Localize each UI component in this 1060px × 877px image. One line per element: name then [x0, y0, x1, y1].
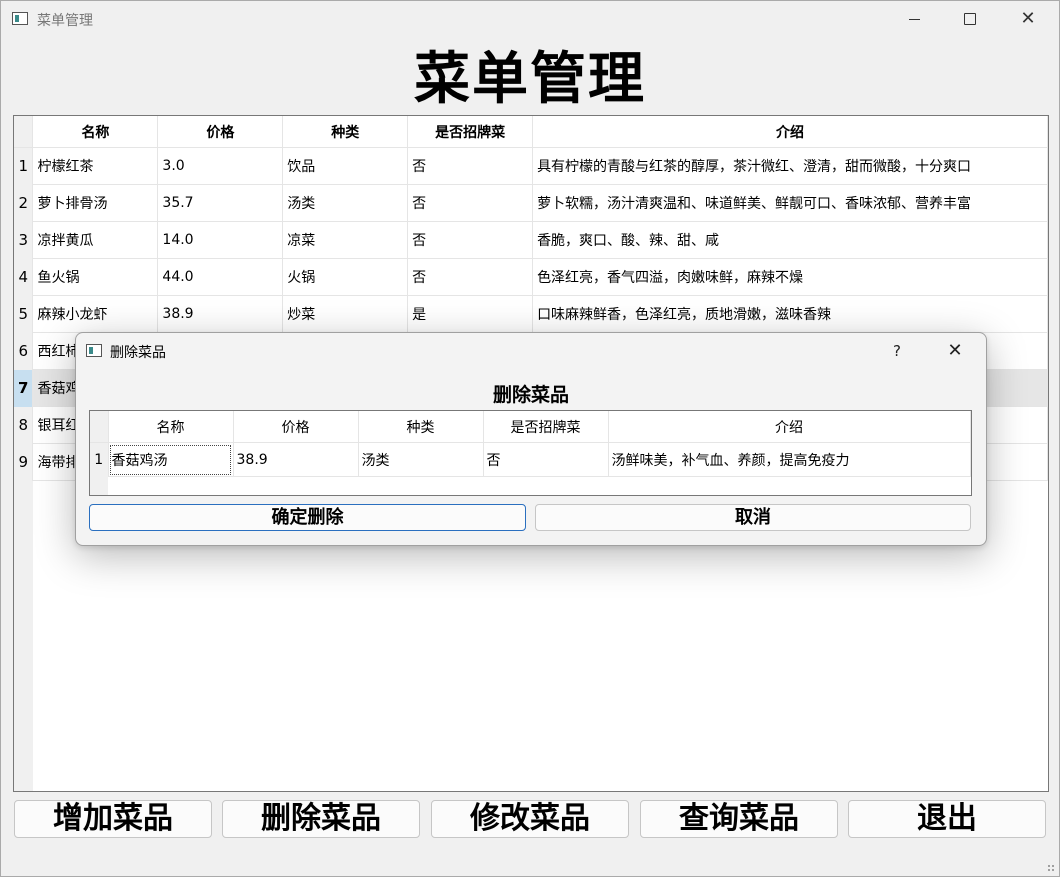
row-number[interactable]: 6: [14, 332, 34, 370]
cell-signature[interactable]: 是: [407, 295, 534, 333]
dialog-heading: 删除菜品: [492, 384, 569, 406]
cell-description[interactable]: 香脆，爽口、酸、辣、甜、咸: [532, 221, 1048, 259]
column-header-price[interactable]: 价格: [157, 116, 284, 148]
close-icon: ✕: [1020, 8, 1036, 29]
row-number[interactable]: 2: [14, 184, 34, 222]
dialog-column-header-name[interactable]: 名称: [108, 411, 234, 443]
maximize-button[interactable]: [947, 1, 993, 37]
cell-price[interactable]: 38.9: [157, 295, 284, 333]
dialog-close-button[interactable]: ✕: [932, 333, 978, 369]
row-number[interactable]: 9: [14, 443, 34, 481]
row-number[interactable]: 4: [14, 258, 34, 296]
delete-dish-dialog: 删除菜品 ? ✕ 删除菜品 名称 价格 种类 是否招牌菜 介绍 1 香菇鸡汤 3…: [75, 332, 987, 546]
cell-name[interactable]: 鱼火锅: [32, 258, 159, 296]
close-button[interactable]: ✕: [1005, 1, 1051, 37]
cell-category[interactable]: 饮品: [282, 147, 409, 185]
cell-signature[interactable]: 否: [407, 258, 534, 296]
table-row[interactable]: 1 柠檬红茶 3.0 饮品否具有柠檬的青酸与红茶的醇厚，茶汁微红、澄清，甜而微酸，十分…: [14, 147, 1048, 185]
cell-price[interactable]: 35.7: [157, 184, 284, 222]
query-dish-button[interactable]: 查询菜品: [640, 800, 838, 838]
cell-price[interactable]: 14.0: [157, 221, 284, 259]
dialog-column-header-signature[interactable]: 是否招牌菜: [483, 411, 609, 443]
dialog-app-icon: [86, 344, 102, 357]
cell-description[interactable]: 口味麻辣鲜香，色泽红亮，质地滑嫩，滋味香辣: [532, 295, 1048, 333]
row-number[interactable]: 7: [14, 369, 34, 407]
cell-description[interactable]: 萝卜软糯，汤汁清爽温和、味道鲜美、鲜靓可口、香味浓郁、营养丰富: [532, 184, 1048, 222]
dialog-row-number[interactable]: 1: [90, 442, 109, 477]
title-bar[interactable]: 菜单管理 ✕: [1, 1, 1059, 37]
page-title: 菜单管理: [414, 46, 646, 112]
column-header-category[interactable]: 种类: [282, 116, 409, 148]
row-number[interactable]: 8: [14, 406, 34, 444]
table-corner[interactable]: [14, 116, 34, 148]
dialog-cell-price[interactable]: 38.9: [233, 442, 359, 477]
dialog-table-row[interactable]: 1 香菇鸡汤 38.9 汤类 否 汤鲜味美，补气血、养颜，提高免疫力: [90, 442, 971, 477]
cell-name[interactable]: 萝卜排骨汤: [32, 184, 159, 222]
cell-signature[interactable]: 否: [407, 147, 534, 185]
dialog-column-header-price[interactable]: 价格: [233, 411, 359, 443]
confirm-delete-button[interactable]: 确定删除: [89, 504, 526, 531]
cell-category[interactable]: 汤类: [282, 184, 409, 222]
dialog-table-grid: 名称 价格 种类 是否招牌菜 介绍 1 香菇鸡汤 38.9 汤类 否 汤鲜味美，…: [90, 411, 971, 477]
cell-description[interactable]: 色泽红亮，香气四溢，肉嫩味鲜，麻辣不燥: [532, 258, 1048, 296]
add-dish-button[interactable]: 增加菜品: [14, 800, 212, 838]
exit-button[interactable]: 退出: [848, 800, 1046, 838]
maximize-icon: [964, 13, 976, 25]
cell-category[interactable]: 火锅: [282, 258, 409, 296]
dialog-table-header-row: 名称 价格 种类 是否招牌菜 介绍: [90, 411, 971, 443]
cell-description[interactable]: 具有柠檬的青酸与红茶的醇厚，茶汁微红、澄清，甜而微酸，十分爽口: [532, 147, 1048, 185]
dialog-cell-category[interactable]: 汤类: [358, 442, 484, 477]
column-header-name[interactable]: 名称: [32, 116, 159, 148]
cell-name[interactable]: 柠檬红茶: [32, 147, 159, 185]
dialog-cell-description[interactable]: 汤鲜味美，补气血、养颜，提高免疫力: [608, 442, 971, 477]
row-number[interactable]: 3: [14, 221, 34, 259]
dialog-dish-table[interactable]: 名称 价格 种类 是否招牌菜 介绍 1 香菇鸡汤 38.9 汤类 否 汤鲜味美，…: [89, 410, 972, 496]
cell-price[interactable]: 3.0: [157, 147, 284, 185]
table-row[interactable]: 2 萝卜排骨汤 35.7 汤类否萝卜软糯，汤汁清爽温和、味道鲜美、鲜靓可口、香味浓郁、…: [14, 184, 1048, 222]
dialog-table-corner[interactable]: [90, 411, 109, 443]
minimize-icon: [908, 18, 920, 20]
table-row[interactable]: 3 凉拌黄瓜 14.0 凉菜否香脆，爽口、酸、辣、甜、咸: [14, 221, 1048, 259]
edit-dish-button[interactable]: 修改菜品: [431, 800, 629, 838]
dialog-cell-name[interactable]: 香菇鸡汤: [108, 442, 234, 477]
dialog-title: 删除菜品: [110, 345, 166, 361]
row-number[interactable]: 1: [14, 147, 34, 185]
help-button[interactable]: ?: [882, 333, 912, 369]
cell-name[interactable]: 凉拌黄瓜: [32, 221, 159, 259]
table-row[interactable]: 4 鱼火锅 44.0 火锅否色泽红亮，香气四溢，肉嫩味鲜，麻辣不燥: [14, 258, 1048, 296]
row-number[interactable]: 5: [14, 295, 34, 333]
cell-signature[interactable]: 否: [407, 184, 534, 222]
row-header-empty-area: [14, 481, 33, 791]
delete-dish-button[interactable]: 删除菜品: [222, 800, 420, 838]
cell-category[interactable]: 炒菜: [282, 295, 409, 333]
cell-price[interactable]: 44.0: [157, 258, 284, 296]
resize-grip-icon[interactable]: [1047, 864, 1055, 872]
cell-name[interactable]: 麻辣小龙虾: [32, 295, 159, 333]
dialog-column-header-description[interactable]: 介绍: [608, 411, 971, 443]
window-title: 菜单管理: [37, 13, 93, 29]
column-header-signature[interactable]: 是否招牌菜: [407, 116, 534, 148]
table-row[interactable]: 5 麻辣小龙虾 38.9 炒菜是口味麻辣鲜香，色泽红亮，质地滑嫩，滋味香辣: [14, 295, 1048, 333]
table-header-row: 名称 价格 种类 是否招牌菜 介绍: [14, 116, 1048, 148]
cancel-button[interactable]: 取消: [535, 504, 971, 531]
app-icon: [12, 12, 28, 25]
dialog-row-header-empty-area: [90, 475, 108, 495]
column-header-description[interactable]: 介绍: [532, 116, 1048, 148]
dialog-cell-signature[interactable]: 否: [483, 442, 609, 477]
dialog-column-header-category[interactable]: 种类: [358, 411, 484, 443]
cell-signature[interactable]: 否: [407, 221, 534, 259]
cell-category[interactable]: 凉菜: [282, 221, 409, 259]
dialog-title-bar[interactable]: 删除菜品 ? ✕: [76, 333, 986, 369]
minimize-button[interactable]: [891, 1, 937, 37]
